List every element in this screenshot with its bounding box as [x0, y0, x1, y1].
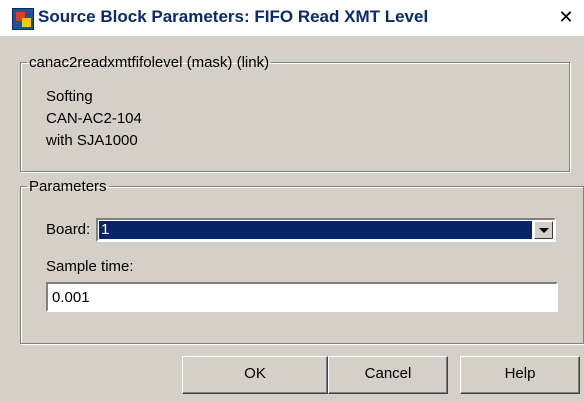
cancel-button[interactable]: Cancel [328, 356, 448, 394]
chevron-down-icon[interactable] [534, 221, 553, 239]
description-line: Softing [46, 88, 93, 105]
help-button[interactable]: Help [460, 356, 580, 394]
title-bar[interactable]: Source Block Parameters: FIFO Read XMT L… [0, 0, 584, 36]
board-label: Board: [46, 221, 91, 238]
close-icon[interactable]: ✕ [556, 8, 576, 28]
parameters-group-legend: Parameters [29, 178, 107, 195]
description-line: CAN-AC2-104 [46, 110, 142, 127]
simulink-block-icon [12, 8, 34, 30]
ok-button[interactable]: OK [182, 356, 328, 394]
mask-group-legend: canac2readxmtfifolevel (mask) (link) [29, 54, 270, 71]
window-title: Source Block Parameters: FIFO Read XMT L… [38, 7, 429, 26]
description-line: with SJA1000 [46, 132, 138, 149]
board-selected-value: 1 [99, 221, 532, 239]
sample-time-input[interactable] [46, 282, 558, 312]
sample-time-label: Sample time: [46, 258, 134, 275]
board-select[interactable]: 1 [96, 218, 556, 242]
